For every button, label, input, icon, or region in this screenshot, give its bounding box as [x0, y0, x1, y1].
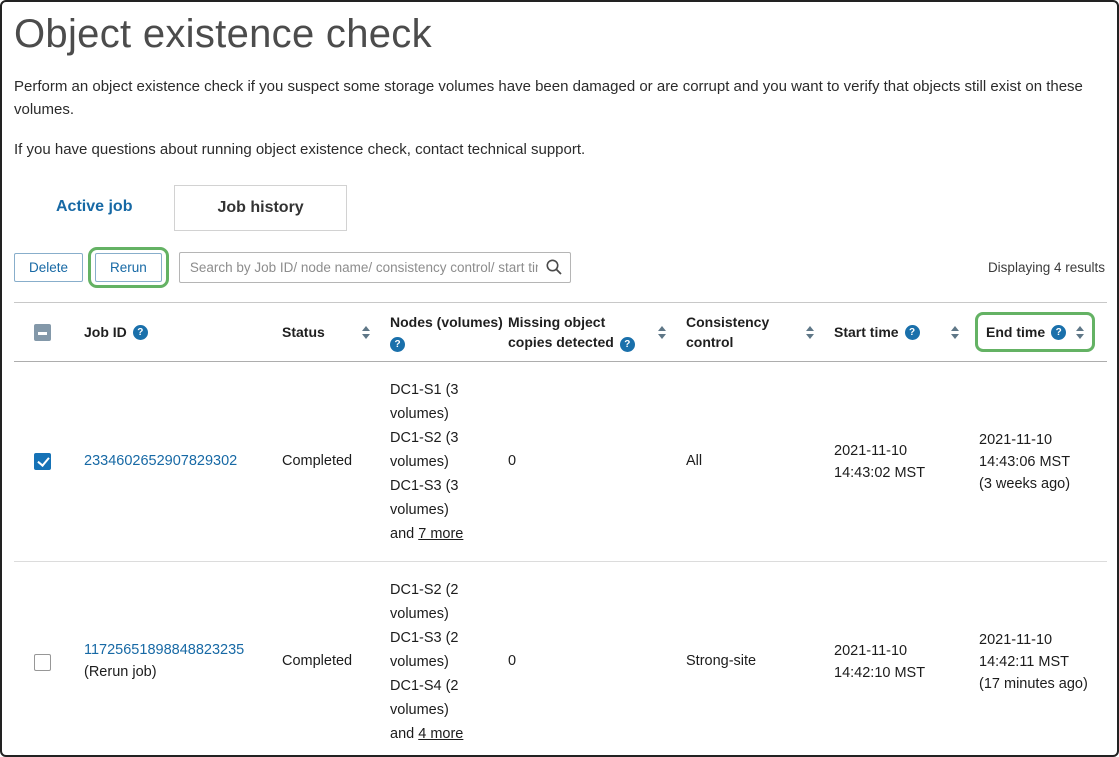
start-time: 14:42:10 MST	[834, 662, 963, 684]
row-checkbox[interactable]	[34, 654, 51, 671]
help-icon[interactable]: ?	[905, 325, 920, 340]
search-input[interactable]	[179, 252, 571, 283]
end-time: 14:42:11 MST	[979, 651, 1099, 673]
sort-icon[interactable]	[806, 326, 818, 339]
tab-job-history[interactable]: Job history	[174, 185, 346, 231]
node-item: DC1-S3 (2 volumes)	[390, 626, 492, 674]
tab-bar: Active job Job history	[14, 185, 1117, 231]
column-header-job-id: Job ID ?	[76, 302, 274, 362]
help-icon[interactable]: ?	[133, 325, 148, 340]
end-time-cell: 2021-11-10 14:43:06 MST (3 weeks ago)	[979, 429, 1099, 495]
page-description-2: If you have questions about running obje…	[14, 138, 1086, 161]
status-header-label: Status	[282, 322, 325, 342]
start-date: 2021-11-10	[834, 440, 963, 462]
end-time-ago: (17 minutes ago)	[979, 673, 1099, 695]
help-icon[interactable]: ?	[1051, 325, 1066, 340]
end-date: 2021-11-10	[979, 629, 1099, 651]
column-header-end-time: End time ?	[971, 302, 1107, 362]
end-time-cell: 2021-11-10 14:42:11 MST (17 minutes ago)	[979, 629, 1099, 695]
rerun-annotation-highlight: Rerun	[88, 247, 169, 288]
start-time: 14:43:02 MST	[834, 462, 963, 484]
node-item: DC1-S4 (2 volumes)	[390, 674, 492, 722]
job-note: (Rerun job)	[84, 662, 266, 684]
start-time-cell: 2021-11-10 14:42:10 MST	[834, 640, 963, 684]
table-row: 2334602652907829302 Completed DC1-S1 (3 …	[14, 362, 1107, 562]
job-history-table: Job ID ? Status Nodes (volumes) ?	[14, 302, 1107, 757]
row-checkbox[interactable]	[34, 453, 51, 470]
consistency-cell: Strong-site	[678, 562, 826, 757]
more-nodes-link[interactable]: 4 more	[418, 726, 463, 742]
table-row: 11725651898848823235 (Rerun job) Complet…	[14, 562, 1107, 757]
tab-active-job[interactable]: Active job	[14, 185, 174, 231]
node-item: DC1-S2 (2 volumes)	[390, 578, 492, 626]
page-title: Object existence check	[14, 12, 1105, 57]
column-header-start-time: Start time ?	[826, 302, 971, 362]
column-header-nodes: Nodes (volumes) ?	[382, 302, 500, 362]
column-header-missing-copies: Missing object copies detected?	[500, 302, 678, 362]
help-icon[interactable]: ?	[390, 337, 405, 352]
sort-icon[interactable]	[658, 326, 670, 339]
status-cell: Completed	[274, 562, 382, 757]
node-item: DC1-S2 (3 volumes)	[390, 426, 492, 474]
missing-header-line1: Missing object	[508, 312, 635, 332]
end-time: 14:43:06 MST	[979, 451, 1099, 473]
job-id-header-label: Job ID	[84, 322, 127, 342]
page-description-1: Perform an object existence check if you…	[14, 75, 1086, 122]
job-id-link[interactable]: 11725651898848823235	[84, 642, 244, 658]
select-all-checkbox[interactable]	[34, 324, 51, 341]
end-time-header-label: End time	[986, 322, 1045, 342]
table-header-row: Job ID ? Status Nodes (volumes) ?	[14, 302, 1107, 362]
column-header-select	[14, 302, 76, 362]
search-box	[179, 252, 571, 283]
node-item: DC1-S3 (3 volumes)	[390, 474, 492, 522]
delete-button[interactable]: Delete	[14, 253, 83, 282]
nodes-header-label: Nodes (volumes)	[390, 312, 492, 332]
column-header-consistency: Consistency control	[678, 302, 826, 362]
status-cell: Completed	[274, 362, 382, 562]
missing-copies-cell: 0	[500, 362, 678, 562]
node-item: DC1-S1 (3 volumes)	[390, 378, 492, 426]
results-count: Displaying 4 results	[988, 260, 1105, 275]
more-prefix: and	[390, 526, 414, 542]
end-time-ago: (3 weeks ago)	[979, 473, 1099, 495]
nodes-cell: DC1-S2 (2 volumes) DC1-S3 (2 volumes) DC…	[390, 578, 492, 746]
sort-icon[interactable]	[951, 326, 963, 339]
start-time-cell: 2021-11-10 14:43:02 MST	[834, 440, 963, 484]
more-nodes-link[interactable]: 7 more	[418, 526, 463, 542]
column-header-status: Status	[274, 302, 382, 362]
end-time-annotation-highlight: End time ?	[975, 312, 1095, 352]
sort-icon[interactable]	[362, 326, 374, 339]
help-icon[interactable]: ?	[620, 337, 635, 352]
consistency-cell: All	[678, 362, 826, 562]
page-frame: Object existence check Perform an object…	[0, 0, 1119, 757]
start-time-header-label: Start time	[834, 322, 899, 342]
toolbar: Delete Rerun Displaying 4 results	[14, 247, 1105, 288]
nodes-cell: DC1-S1 (3 volumes) DC1-S2 (3 volumes) DC…	[390, 378, 492, 546]
consistency-header-line2: control	[686, 332, 769, 352]
missing-copies-cell: 0	[500, 562, 678, 757]
missing-header-line2: copies detected	[508, 334, 614, 350]
sort-icon[interactable]	[1076, 326, 1084, 339]
start-date: 2021-11-10	[834, 640, 963, 662]
more-prefix: and	[390, 726, 414, 742]
consistency-header-line1: Consistency	[686, 312, 769, 332]
rerun-button[interactable]: Rerun	[95, 253, 162, 282]
job-id-link[interactable]: 2334602652907829302	[84, 453, 237, 469]
end-date: 2021-11-10	[979, 429, 1099, 451]
search-icon[interactable]	[545, 258, 563, 281]
